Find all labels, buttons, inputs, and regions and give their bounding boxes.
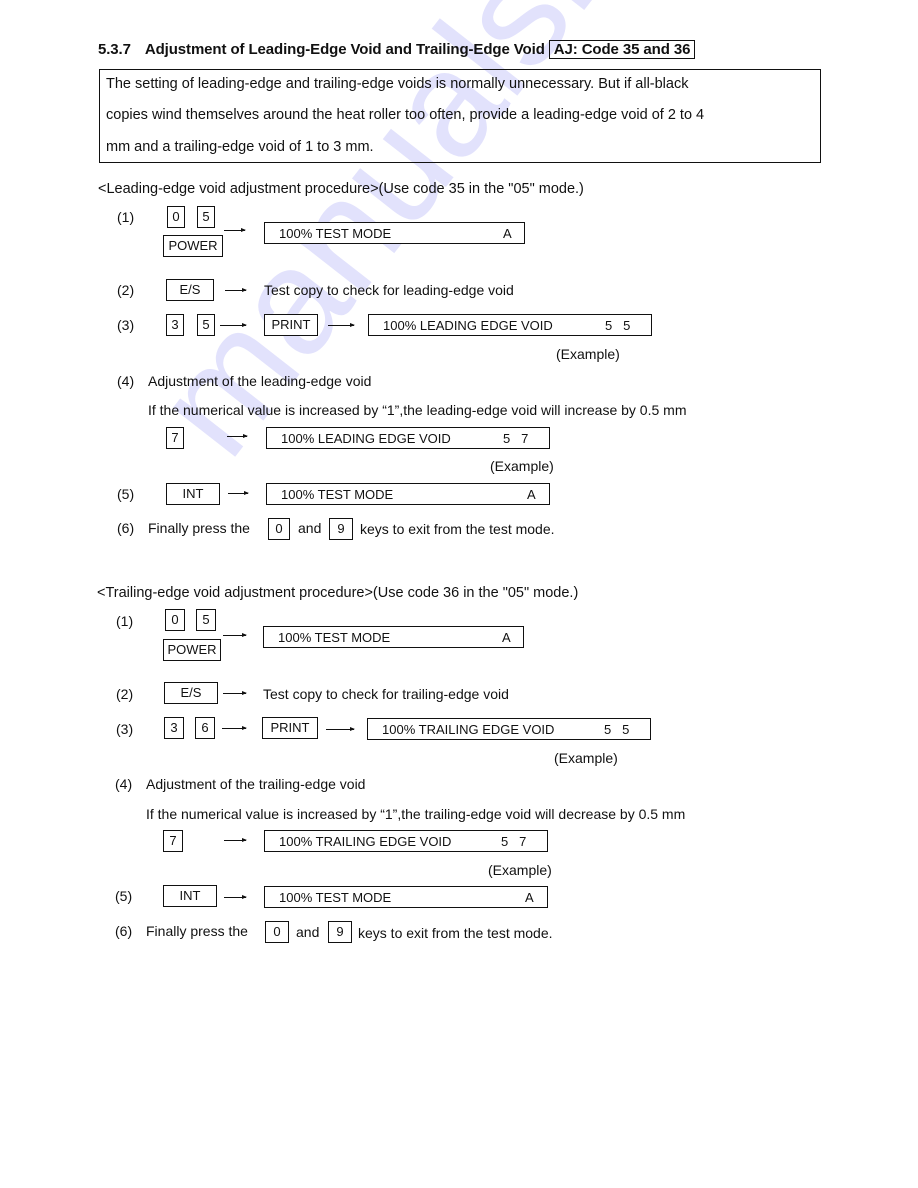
document-page: 5.3.7 Adjustment of Leading-Edge Void and… [0, 0, 918, 1188]
display-panel: 100% TRAILING EDGE VOID 5 7 [264, 830, 548, 852]
arrow-icon [223, 691, 247, 695]
key-5[interactable]: 5 [197, 206, 215, 228]
key-9[interactable]: 9 [328, 921, 352, 943]
section-number: 5.3.7 [98, 41, 131, 58]
display-value: 5 7 [503, 431, 529, 446]
intro-box: The setting of leading-edge and trailing… [99, 69, 821, 163]
code-label: AJ: Code 35 and 36 [548, 40, 696, 59]
display-text: 100% TEST MODE [278, 630, 391, 645]
display-value: A [503, 226, 512, 241]
step-text: Finally press the [146, 923, 248, 939]
display-panel: 100% TEST MODE A [264, 886, 548, 908]
step-number: (2) [116, 686, 134, 702]
step-number: (3) [117, 317, 135, 333]
step-number: (4) [117, 373, 135, 389]
intro-line: copies wind themselves around the heat r… [106, 107, 705, 123]
key-6[interactable]: 6 [195, 717, 215, 739]
step-number: (6) [115, 923, 133, 939]
step-number: (5) [117, 486, 135, 502]
intro-line: mm and a trailing-edge void of 1 to 3 mm… [106, 139, 374, 155]
step-number: (1) [117, 209, 135, 225]
step-number: (4) [115, 776, 133, 792]
intro-line: The setting of leading-edge and trailing… [106, 76, 689, 92]
section-title-text: Adjustment of Leading-Edge Void and Trai… [144, 41, 545, 58]
arrow-icon [328, 323, 355, 327]
key-3[interactable]: 3 [166, 314, 184, 336]
step-number: (3) [116, 721, 134, 737]
es-key[interactable]: E/S [164, 682, 218, 704]
display-text: 100% TEST MODE [279, 890, 392, 905]
display-text: 100% TRAILING EDGE VOID [382, 722, 555, 737]
arrow-icon [227, 434, 248, 438]
display-value: 5 5 [605, 318, 631, 333]
step-number: (6) [117, 520, 135, 536]
display-panel: 100% LEADING EDGE VOID 5 5 [368, 314, 652, 336]
step-title: Adjustment of the trailing-edge void [146, 776, 366, 792]
step-text: Finally press the [148, 520, 250, 536]
procedure-heading: <Trailing-edge void adjustment procedure… [97, 585, 579, 601]
step-text: Test copy to check for trailing-edge voi… [263, 686, 509, 702]
int-key[interactable]: INT [163, 885, 217, 907]
display-text: 100% LEADING EDGE VOID [281, 431, 451, 446]
print-key[interactable]: PRINT [264, 314, 318, 336]
key-5[interactable]: 5 [196, 609, 216, 631]
step-title: Adjustment of the leading-edge void [148, 373, 372, 389]
key-0[interactable]: 0 [165, 609, 185, 631]
key-0[interactable]: 0 [268, 518, 290, 540]
step-number: (5) [115, 888, 133, 904]
step-text: keys to exit from the test mode. [360, 521, 555, 537]
step-number: (2) [117, 282, 135, 298]
key-9[interactable]: 9 [329, 518, 353, 540]
power-key[interactable]: POWER [163, 235, 223, 257]
step-number: (1) [116, 613, 134, 629]
display-text: 100% TEST MODE [281, 487, 394, 502]
display-value: 5 7 [501, 834, 527, 849]
procedure-heading: <Leading-edge void adjustment procedure>… [98, 181, 584, 197]
display-value: A [525, 890, 534, 905]
arrow-icon [228, 491, 249, 495]
key-7[interactable]: 7 [166, 427, 184, 449]
key-5[interactable]: 5 [197, 314, 215, 336]
display-panel: 100% TEST MODE A [266, 483, 550, 505]
display-text: 100% LEADING EDGE VOID [383, 318, 553, 333]
display-panel: 100% LEADING EDGE VOID 5 7 [266, 427, 550, 449]
display-panel: 100% TEST MODE A [263, 626, 524, 648]
display-text: 100% TEST MODE [279, 226, 392, 241]
arrow-icon [224, 838, 247, 842]
arrow-icon [224, 895, 247, 899]
display-panel: 100% TRAILING EDGE VOID 5 5 [367, 718, 651, 740]
es-key[interactable]: E/S [166, 279, 214, 301]
key-0[interactable]: 0 [167, 206, 185, 228]
arrow-icon [223, 633, 247, 637]
key-7[interactable]: 7 [163, 830, 183, 852]
step-description: If the numerical value is increased by “… [146, 806, 686, 822]
step-text: keys to exit from the test mode. [358, 925, 553, 941]
example-note: (Example) [556, 346, 620, 362]
example-note: (Example) [490, 458, 554, 474]
print-key[interactable]: PRINT [262, 717, 318, 739]
display-text: 100% TRAILING EDGE VOID [279, 834, 452, 849]
step-text: Test copy to check for leading-edge void [264, 282, 514, 298]
section-title: 5.3.7 Adjustment of Leading-Edge Void and… [98, 40, 696, 59]
display-value: A [527, 487, 536, 502]
example-note: (Example) [488, 862, 552, 878]
example-note: (Example) [554, 750, 618, 766]
arrow-icon [225, 288, 247, 292]
arrow-icon [220, 323, 247, 327]
arrow-icon [224, 228, 246, 232]
key-0[interactable]: 0 [265, 921, 289, 943]
power-key[interactable]: POWER [163, 639, 221, 661]
step-text: and [298, 520, 322, 536]
step-text: and [296, 924, 320, 940]
arrow-icon [326, 727, 355, 731]
display-panel: 100% TEST MODE A [264, 222, 525, 244]
key-3[interactable]: 3 [164, 717, 184, 739]
display-value: 5 5 [604, 722, 630, 737]
arrow-icon [222, 726, 247, 730]
int-key[interactable]: INT [166, 483, 220, 505]
display-value: A [502, 630, 511, 645]
step-description: If the numerical value is increased by “… [148, 402, 687, 418]
